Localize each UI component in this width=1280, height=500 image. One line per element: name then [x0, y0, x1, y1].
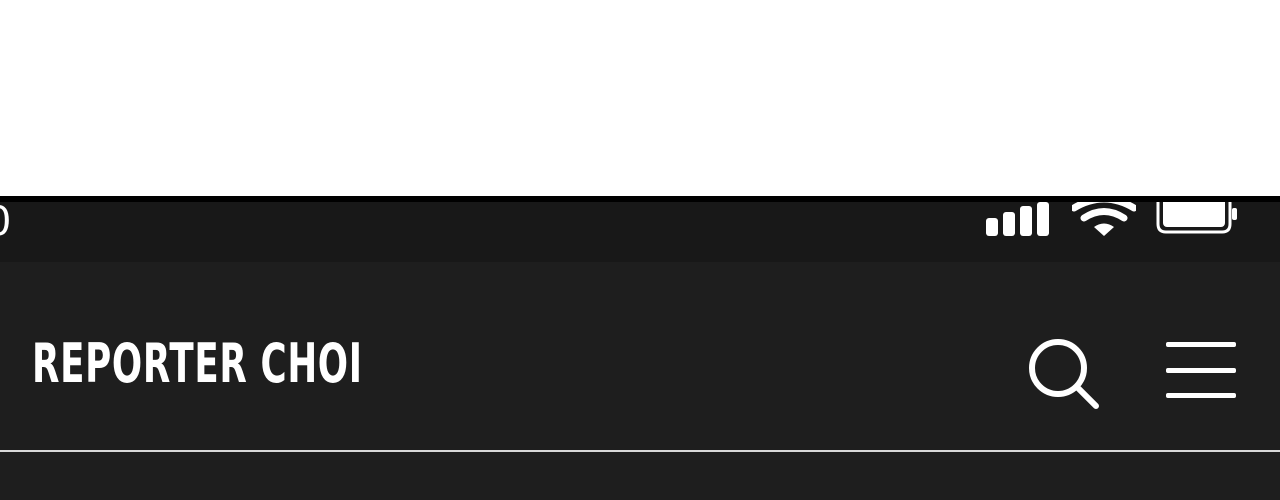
- battery-icon: [1156, 202, 1237, 234]
- wifi-icon: [1072, 202, 1136, 236]
- app-header: REPORTER CHOI: [0, 262, 1280, 452]
- status-bar: 0: [0, 200, 1280, 262]
- menu-icon[interactable]: [1162, 338, 1240, 402]
- signal-icon: [986, 202, 1049, 236]
- page: 0 REPORTER CHOI: [0, 0, 1280, 500]
- status-time: 0: [0, 200, 12, 244]
- blank-area: [0, 0, 1280, 196]
- phone-screen: 0 REPORTER CHOI: [0, 196, 1280, 500]
- search-icon[interactable]: [1024, 334, 1104, 414]
- content-area: [0, 452, 1280, 500]
- site-logo[interactable]: REPORTER CHOI: [32, 334, 363, 394]
